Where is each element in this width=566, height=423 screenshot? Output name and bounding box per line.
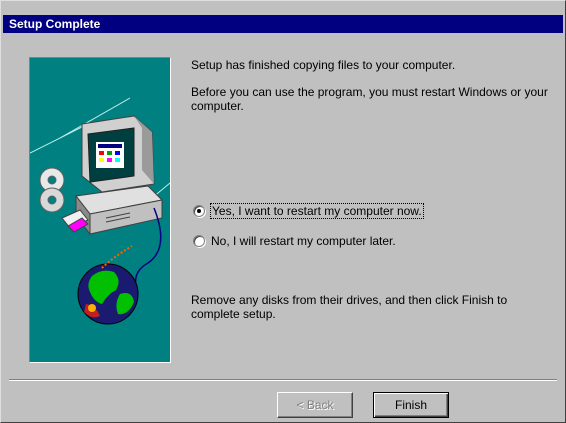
restart-later-option[interactable]: No, I will restart my computer later.	[193, 233, 396, 249]
setup-dialog: Setup Complete Setup has finished copyin…	[0, 0, 566, 423]
remove-disks-text: Remove any disks from their drives, and …	[191, 293, 508, 321]
finish-button[interactable]: Finish	[373, 392, 449, 418]
separator	[9, 379, 557, 381]
restart-now-option[interactable]: Yes, I want to restart my computer now.	[193, 203, 424, 219]
restart-later-label[interactable]: No, I will restart my computer later.	[211, 234, 396, 248]
computer-globe-icon	[30, 97, 170, 325]
back-button-label: < Back	[296, 398, 334, 412]
restart-now-radio[interactable]	[193, 205, 205, 217]
setup-illustration	[29, 57, 171, 363]
copy-finished-text: Setup has finished copying files to your…	[191, 58, 456, 72]
restart-notice-text: Before you can use the program, you must…	[191, 85, 548, 113]
finish-button-label: Finish	[394, 398, 427, 412]
restart-later-radio[interactable]	[193, 235, 205, 247]
restart-now-label[interactable]: Yes, I want to restart my computer now.	[210, 203, 424, 219]
title-bar: Setup Complete	[3, 15, 563, 33]
window-title: Setup Complete	[9, 17, 101, 31]
back-button[interactable]: < Back	[277, 392, 353, 418]
